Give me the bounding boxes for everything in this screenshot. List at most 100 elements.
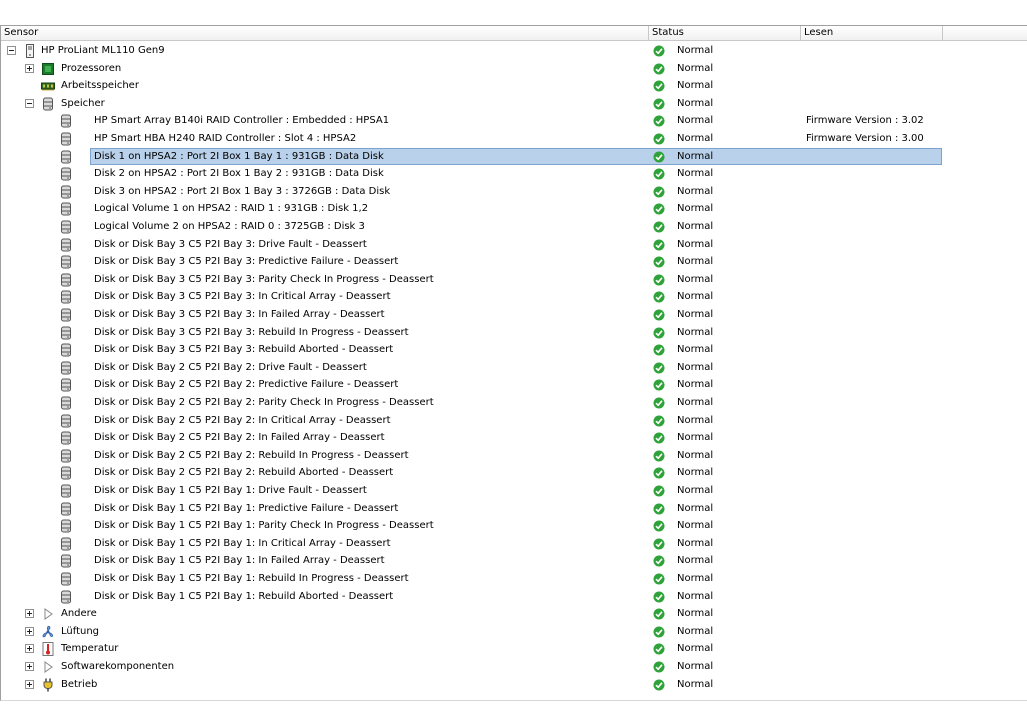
status-text: Normal: [677, 133, 714, 144]
tree-row[interactable]: Disk or Disk Bay 3 C5 P2I Bay 3: Drive F…: [1, 236, 1027, 254]
tree-row[interactable]: HP ProLiant ML110 Gen9 Normal: [1, 42, 1027, 60]
tree-row[interactable]: Disk or Disk Bay 1 C5 P2I Bay 1: Rebuild…: [1, 570, 1027, 588]
tree-row[interactable]: HP Smart HBA H240 RAID Controller : Slot…: [1, 130, 1027, 148]
tree-row[interactable]: Speicher Normal: [1, 95, 1027, 113]
status-ok-icon: [653, 362, 665, 374]
tree-row[interactable]: Disk or Disk Bay 1 C5 P2I Bay 1: Rebuild…: [1, 588, 1027, 606]
sensor-label: Disk or Disk Bay 1 C5 P2I Bay 1: Rebuild…: [94, 573, 409, 584]
expand-icon[interactable]: [25, 63, 34, 73]
tree-row[interactable]: Disk or Disk Bay 2 C5 P2I Bay 2: Parity …: [1, 394, 1027, 412]
status-text: Normal: [677, 309, 714, 320]
expand-icon[interactable]: [25, 609, 34, 619]
disk-icon: [59, 114, 73, 128]
tree-row[interactable]: Disk or Disk Bay 1 C5 P2I Bay 1: Predict…: [1, 500, 1027, 518]
disk-icon: [59, 361, 73, 375]
status-text: Normal: [677, 115, 714, 127]
sensor-label: Disk or Disk Bay 1 C5 P2I Bay 1: Predict…: [94, 502, 399, 514]
tree-row[interactable]: Disk 2 on HPSA2 : Port 2I Box 1 Bay 2 : …: [1, 165, 1027, 183]
tree-row[interactable]: Betrieb Normal: [1, 676, 1027, 694]
status-text: Normal: [677, 97, 714, 109]
tree-row[interactable]: Disk or Disk Bay 2 C5 P2I Bay 2: Predict…: [1, 376, 1027, 394]
disk-icon: [59, 590, 73, 604]
tree-row[interactable]: Disk or Disk Bay 1 C5 P2I Bay 1: Parity …: [1, 517, 1027, 535]
sensor-label: Disk or Disk Bay 2 C5 P2I Bay 2: Rebuild…: [94, 449, 409, 461]
sensor-label: HP ProLiant ML110 Gen9: [41, 45, 165, 56]
tree-row[interactable]: Prozessoren Normal: [1, 60, 1027, 78]
other-icon: [41, 660, 55, 674]
sensor-label: Disk or Disk Bay 3 C5 P2I Bay 3: In Fail…: [94, 309, 385, 320]
column-header-sensor[interactable]: Sensor: [1, 26, 649, 40]
tree-row[interactable]: Disk or Disk Bay 1 C5 P2I Bay 1: Drive F…: [1, 482, 1027, 500]
tree-row[interactable]: Disk or Disk Bay 3 C5 P2I Bay 3: In Fail…: [1, 306, 1027, 324]
status-ok-icon: [653, 520, 665, 532]
tree-row[interactable]: Disk or Disk Bay 3 C5 P2I Bay 3: Parity …: [1, 271, 1027, 289]
tree-row[interactable]: Disk or Disk Bay 3 C5 P2I Bay 3: In Crit…: [1, 288, 1027, 306]
status-ok-icon: [653, 327, 665, 339]
status-text: Normal: [677, 150, 714, 162]
status-text: Normal: [677, 344, 714, 356]
tree-row[interactable]: Logical Volume 2 on HPSA2 : RAID 0 : 372…: [1, 218, 1027, 236]
tree-row[interactable]: Logical Volume 1 on HPSA2 : RAID 1 : 931…: [1, 200, 1027, 218]
sensor-label: Disk or Disk Bay 1 C5 P2I Bay 1: Parity …: [94, 520, 434, 532]
status-ok-icon: [653, 626, 665, 638]
status-ok-icon: [653, 63, 665, 75]
collapse-icon[interactable]: [25, 98, 34, 108]
expand-icon[interactable]: [25, 644, 34, 654]
tree-row[interactable]: Disk or Disk Bay 3 C5 P2I Bay 3: Predict…: [1, 253, 1027, 271]
tree-row[interactable]: Disk or Disk Bay 3 C5 P2I Bay 3: Rebuild…: [1, 324, 1027, 342]
tree-row[interactable]: Temperatur Normal: [1, 640, 1027, 658]
expand-icon[interactable]: [25, 679, 34, 689]
status-text: Normal: [677, 397, 714, 408]
status-text: Normal: [677, 291, 714, 303]
tree-row[interactable]: HP Smart Array B140i RAID Controller : E…: [1, 112, 1027, 130]
tree-row[interactable]: Disk or Disk Bay 2 C5 P2I Bay 2: Rebuild…: [1, 447, 1027, 465]
status-text: Normal: [677, 467, 714, 479]
collapse-icon[interactable]: [7, 46, 16, 55]
disk-icon: [59, 273, 73, 287]
status-ok-icon: [653, 256, 665, 268]
status-ok-icon: [653, 555, 665, 567]
expand-icon[interactable]: [25, 662, 34, 671]
disk-icon: [59, 132, 73, 146]
tree-row[interactable]: Disk or Disk Bay 2 C5 P2I Bay 2: Drive F…: [1, 359, 1027, 377]
expand-icon[interactable]: [25, 626, 34, 636]
disk-icon: [59, 519, 73, 533]
sensor-label: Disk or Disk Bay 3 C5 P2I Bay 3: In Crit…: [94, 291, 391, 303]
tree-row[interactable]: Disk or Disk Bay 2 C5 P2I Bay 2: Rebuild…: [1, 464, 1027, 482]
tree-row[interactable]: Softwarekomponenten Normal: [1, 658, 1027, 676]
column-header-status[interactable]: Status: [649, 26, 801, 40]
tree-row[interactable]: Disk or Disk Bay 1 C5 P2I Bay 1: In Fail…: [1, 552, 1027, 570]
tree-row[interactable]: Arbeitsspeicher Normal: [1, 77, 1027, 95]
tree-row[interactable]: Lüftung Normal: [1, 623, 1027, 641]
status-ok-icon: [653, 186, 665, 198]
tree-row[interactable]: Disk or Disk Bay 2 C5 P2I Bay 2: In Crit…: [1, 412, 1027, 430]
status-ok-icon: [653, 643, 665, 655]
sensor-label: Disk or Disk Bay 2 C5 P2I Bay 2: In Fail…: [94, 432, 385, 444]
column-header-reading[interactable]: Lesen: [801, 26, 943, 40]
tree-row[interactable]: Disk 3 on HPSA2 : Port 2I Box 1 Bay 3 : …: [1, 183, 1027, 201]
disk-icon: [59, 167, 73, 181]
status-text: Normal: [677, 502, 714, 514]
status-ok-icon: [653, 309, 665, 321]
status-text: Normal: [677, 608, 714, 620]
tree-row[interactable]: Disk 1 on HPSA2 : Port 2I Box 1 Bay 1 : …: [1, 147, 1027, 166]
disk-icon: [59, 220, 73, 234]
tree-row[interactable]: Disk or Disk Bay 2 C5 P2I Bay 2: In Fail…: [1, 429, 1027, 447]
disk-icon: [59, 255, 73, 269]
status-ok-icon: [653, 80, 665, 92]
tree-row[interactable]: Andere Normal: [1, 605, 1027, 623]
sensor-tree-panel: Sensor Status Lesen HP ProLiant ML110 Ge…: [0, 25, 1027, 701]
disk-icon: [59, 554, 73, 568]
status-ok-icon: [653, 503, 665, 515]
sensor-label: Lüftung: [61, 625, 100, 637]
sensor-label: Logical Volume 2 on HPSA2 : RAID 0 : 372…: [94, 221, 365, 232]
thermometer-icon: [41, 642, 55, 657]
tree-row[interactable]: Disk or Disk Bay 3 C5 P2I Bay 3: Rebuild…: [1, 341, 1027, 359]
status-text: Normal: [677, 590, 714, 602]
sensor-label: Speicher: [61, 97, 105, 109]
sensor-label: Logical Volume 1 on HPSA2 : RAID 1 : 931…: [94, 203, 369, 215]
tree-row[interactable]: Disk or Disk Bay 1 C5 P2I Bay 1: In Crit…: [1, 535, 1027, 553]
status-ok-icon: [653, 115, 665, 127]
status-text: Normal: [677, 643, 714, 655]
status-text: Normal: [677, 168, 714, 180]
